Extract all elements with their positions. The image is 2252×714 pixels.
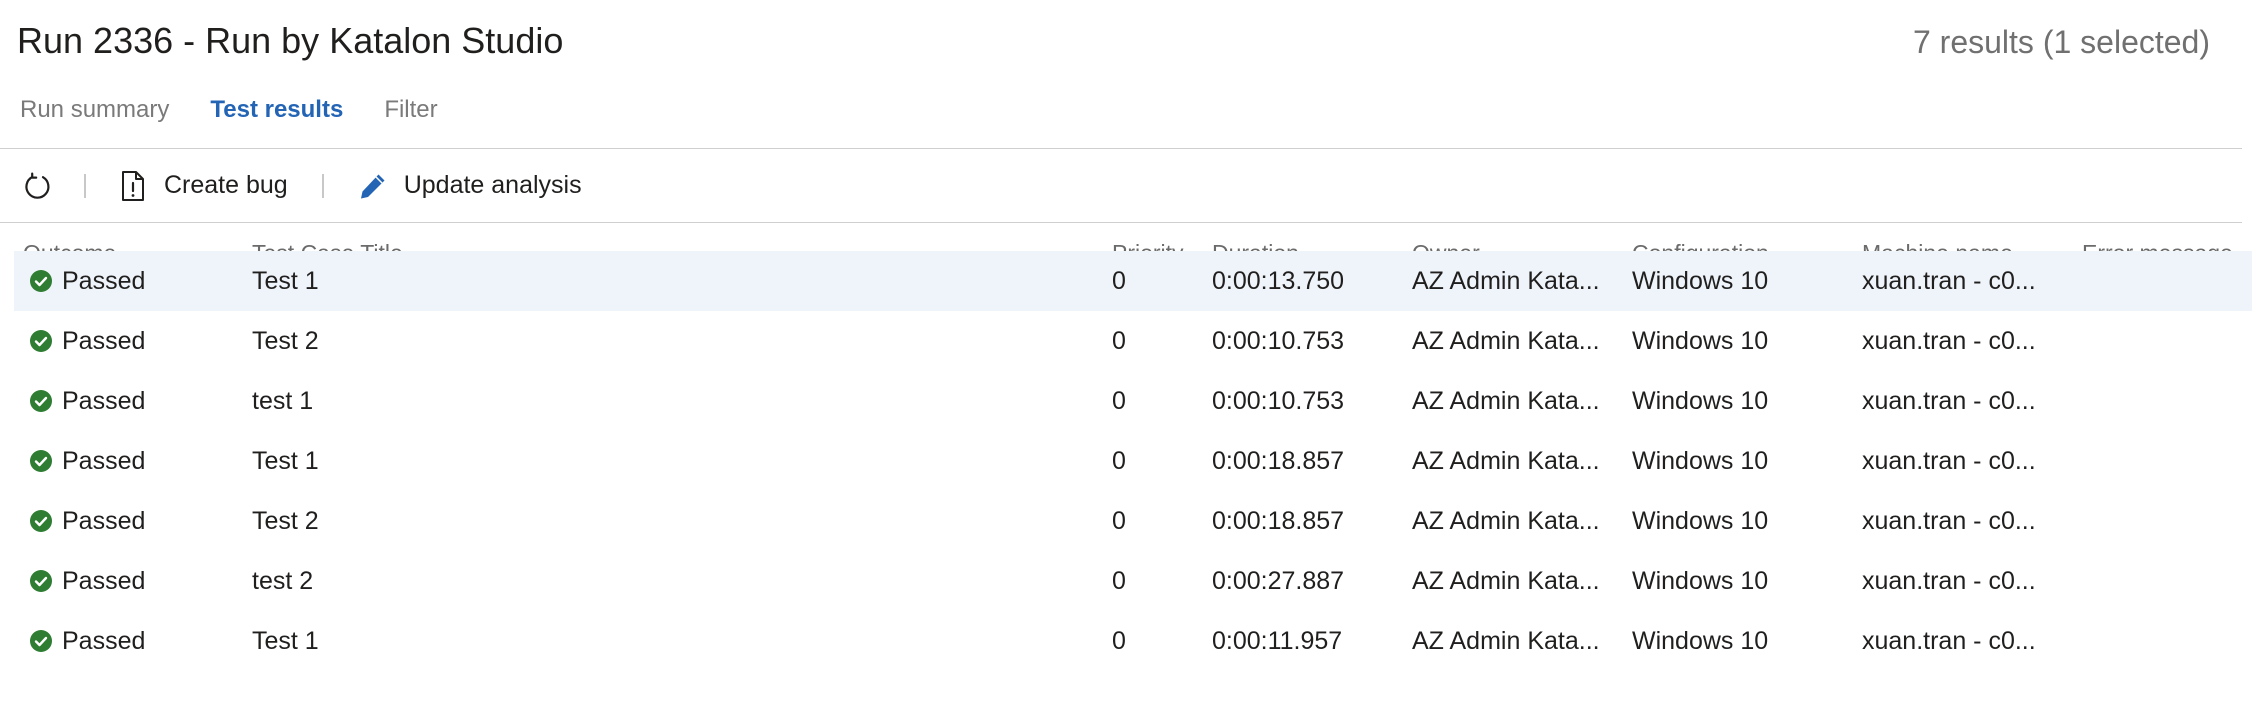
divider — [0, 222, 2242, 223]
refresh-button[interactable] — [22, 170, 54, 202]
configuration-cell: Windows 10 — [1632, 387, 1769, 415]
tab-filter[interactable]: Filter — [384, 96, 437, 136]
bug-document-icon — [122, 170, 144, 201]
update-analysis-button[interactable]: Update analysis — [358, 171, 582, 201]
configuration-cell: Windows 10 — [1632, 507, 1769, 535]
title-cell: test 1 — [252, 387, 314, 415]
duration-cell: 0:00:11.957 — [1212, 627, 1343, 655]
outcome-cell: Passed — [62, 507, 146, 535]
table-row[interactable]: Passed Test 1 0 0:00:18.857 AZ Admin Kat… — [14, 431, 2252, 491]
owner-cell: AZ Admin Kata... — [1412, 267, 1600, 295]
toolbar: Create bug Update analysis — [0, 149, 2242, 222]
owner-cell: AZ Admin Kata... — [1412, 567, 1600, 595]
outcome-cell: Passed — [62, 447, 146, 475]
check-circle-icon — [30, 330, 52, 352]
create-bug-button[interactable]: Create bug — [120, 170, 288, 202]
outcome-cell: Passed — [62, 567, 146, 595]
owner-cell: AZ Admin Kata... — [1412, 327, 1600, 355]
table-row[interactable]: Passed test 2 0 0:00:27.887 AZ Admin Kat… — [14, 551, 2252, 611]
machine-cell: xuan.tran - c0... — [1862, 387, 2036, 415]
machine-cell: xuan.tran - c0... — [1862, 327, 2036, 355]
table-row[interactable]: Passed Test 1 0 0:00:11.957 AZ Admin Kat… — [14, 611, 2252, 671]
priority-cell: 0 — [1112, 387, 1126, 415]
priority-cell: 0 — [1112, 507, 1126, 535]
page-title: Run 2336 - Run by Katalon Studio — [17, 20, 564, 61]
configuration-cell: Windows 10 — [1632, 447, 1769, 475]
create-bug-label: Create bug — [164, 171, 288, 199]
duration-cell: 0:00:18.857 — [1212, 507, 1345, 535]
title-cell: Test 2 — [252, 507, 319, 535]
duration-cell: 0:00:10.753 — [1212, 387, 1345, 415]
configuration-cell: Windows 10 — [1632, 327, 1769, 355]
table-row[interactable]: Passed Test 2 0 0:00:18.857 AZ Admin Kat… — [14, 491, 2252, 551]
configuration-cell: Windows 10 — [1632, 267, 1769, 295]
owner-cell: AZ Admin Kata... — [1412, 627, 1600, 655]
owner-cell: AZ Admin Kata... — [1412, 387, 1600, 415]
check-circle-icon — [30, 450, 52, 472]
title-cell: Test 1 — [252, 447, 319, 475]
priority-cell: 0 — [1112, 327, 1126, 355]
tab-test-results[interactable]: Test results — [210, 96, 343, 136]
results-count: 7 results (1 selected) — [1912, 24, 2210, 60]
title-cell: Test 2 — [252, 327, 319, 355]
owner-cell: AZ Admin Kata... — [1412, 507, 1600, 535]
table-row[interactable]: Passed Test 1 0 0:00:13.750 AZ Admin Kat… — [14, 251, 2252, 311]
owner-cell: AZ Admin Kata... — [1412, 447, 1600, 475]
title-cell: Test 1 — [252, 627, 319, 655]
duration-cell: 0:00:18.857 — [1212, 447, 1345, 475]
tab-bar: Run summary Test results Filter — [20, 96, 479, 136]
pencil-icon — [360, 174, 385, 198]
title-cell: Test 1 — [252, 267, 319, 295]
machine-cell: xuan.tran - c0... — [1862, 567, 2036, 595]
check-circle-icon — [30, 510, 52, 532]
priority-cell: 0 — [1112, 267, 1126, 295]
check-circle-icon — [30, 270, 52, 292]
outcome-cell: Passed — [62, 627, 146, 655]
outcome-cell: Passed — [62, 387, 146, 415]
table-row[interactable]: Passed Test 2 0 0:00:10.753 AZ Admin Kat… — [14, 311, 2252, 371]
duration-cell: 0:00:13.750 — [1212, 267, 1345, 295]
priority-cell: 0 — [1112, 567, 1126, 595]
machine-cell: xuan.tran - c0... — [1862, 507, 2036, 535]
tab-run-summary[interactable]: Run summary — [20, 96, 169, 136]
machine-cell: xuan.tran - c0... — [1862, 447, 2036, 475]
toolbar-separator — [321, 173, 324, 198]
machine-cell: xuan.tran - c0... — [1862, 267, 2036, 295]
duration-cell: 0:00:10.753 — [1212, 327, 1345, 355]
check-circle-icon — [30, 630, 52, 652]
check-circle-icon — [30, 390, 52, 412]
refresh-icon — [25, 172, 50, 199]
configuration-cell: Windows 10 — [1632, 627, 1769, 655]
machine-cell: xuan.tran - c0... — [1862, 627, 2036, 655]
table-row[interactable]: Passed test 1 0 0:00:10.753 AZ Admin Kat… — [14, 371, 2252, 431]
outcome-cell: Passed — [62, 327, 146, 355]
toolbar-separator — [84, 173, 86, 198]
check-circle-icon — [30, 570, 52, 592]
outcome-cell: Passed — [62, 267, 146, 295]
configuration-cell: Windows 10 — [1632, 567, 1769, 595]
priority-cell: 0 — [1112, 627, 1126, 655]
duration-cell: 0:00:27.887 — [1212, 567, 1345, 595]
title-cell: test 2 — [252, 567, 314, 595]
update-analysis-label: Update analysis — [403, 171, 582, 199]
priority-cell: 0 — [1112, 447, 1126, 475]
